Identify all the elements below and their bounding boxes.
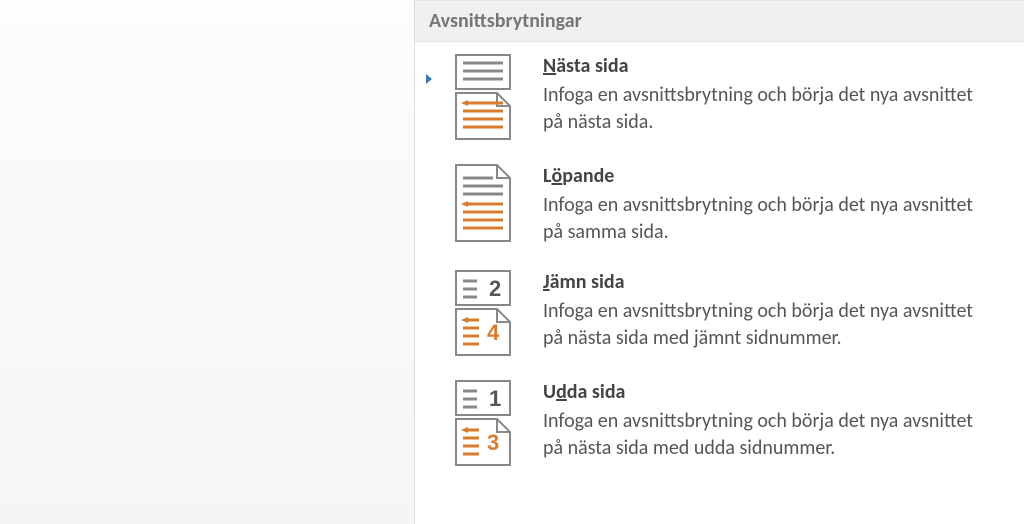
menu-item-description: Infoga en avsnittsbrytning och börja det… [543,82,994,136]
menu-item-even-page[interactable]: 2 4 Jämn sida Infoga en avsnittsbrytning… [415,258,1024,368]
next-page-icon [437,54,529,140]
menu-item-description: Infoga en avsnittsbrytning och börja det… [543,298,994,352]
selection-indicator [421,54,437,84]
menu-item-description: Infoga en avsnittsbrytning och börja det… [543,408,994,462]
menu-item-next-page[interactable]: Nästa sida Infoga en avsnittsbrytning oc… [415,42,1024,152]
odd-page-icon: 1 3 [437,380,529,466]
right-arrow-icon [426,74,432,84]
svg-text:1: 1 [489,386,501,411]
svg-text:3: 3 [487,430,499,455]
section-header: Avsnittsbrytningar [415,0,1024,42]
svg-text:2: 2 [489,276,501,301]
menu-item-odd-page[interactable]: 1 3 Udda sida Infoga en avsnittsbrytning… [415,368,1024,478]
menu-item-title: Löpande [543,164,994,188]
document-background [0,0,414,524]
menu-item-title: Udda sida [543,380,994,404]
menu-item-title: Nästa sida [543,54,994,78]
svg-text:4: 4 [487,320,500,345]
menu-item-continuous[interactable]: Löpande Infoga en avsnittsbrytning och b… [415,152,1024,258]
continuous-icon [437,164,529,242]
section-breaks-menu: Avsnittsbrytningar [414,0,1024,524]
menu-item-title: Jämn sida [543,270,994,294]
menu-item-description: Infoga en avsnittsbrytning och börja det… [543,192,994,246]
even-page-icon: 2 4 [437,270,529,356]
